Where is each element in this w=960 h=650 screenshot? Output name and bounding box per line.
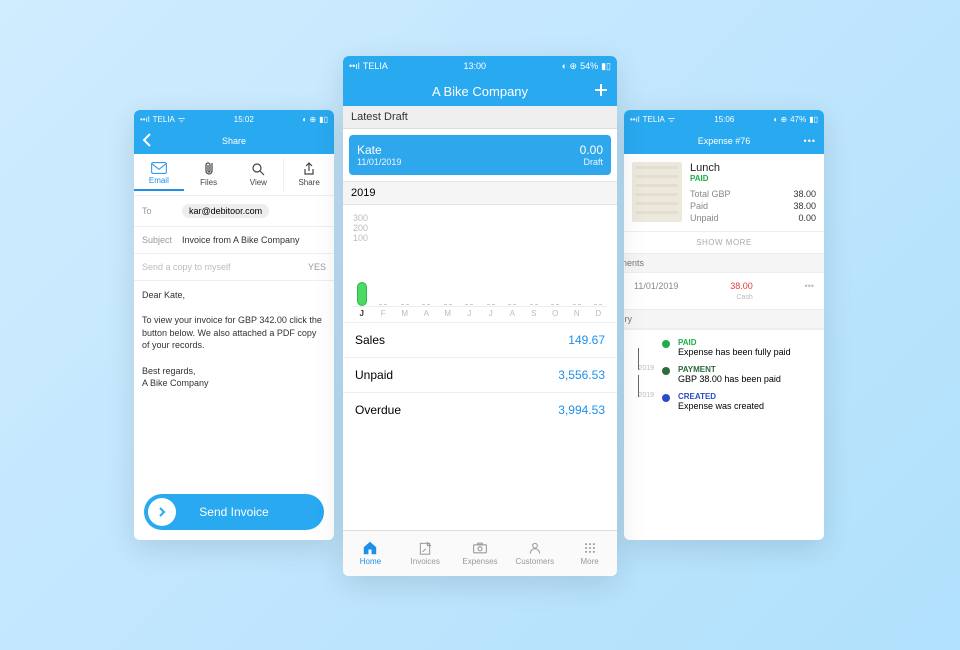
chart-bar — [375, 246, 393, 306]
tab-share[interactable]: Share — [283, 158, 334, 191]
expense-screen: ••ılTELIAᯤ 15:06 ◐ ⊕47%▮▯ Expense #76 ••… — [624, 110, 824, 540]
navbar: Share — [134, 128, 334, 154]
subject-field[interactable]: Subject Invoice from A Bike Company — [134, 227, 334, 254]
send-invoice-button[interactable]: Send Invoice — [144, 494, 324, 530]
chart-bar — [418, 246, 436, 306]
show-more-button[interactable]: SHOW MORE — [624, 231, 824, 254]
payment-row[interactable]: 11/01/2019 38.00 Cash ••• — [624, 273, 824, 310]
tab-bar: Home Invoices Expenses Customers More — [343, 530, 617, 576]
timeline: 2019 PAIDExpense has been fully paid 201… — [624, 329, 824, 427]
navbar: A Bike Company — [343, 76, 617, 106]
tab-view[interactable]: View — [234, 158, 284, 191]
battery-icon: ▮▯ — [601, 61, 611, 72]
clock: 15:06 — [714, 115, 734, 124]
history-header: History — [624, 310, 824, 329]
share-tabs: Email Files View Share — [134, 154, 334, 196]
tab-more[interactable]: More — [562, 531, 617, 576]
status-bar: ••ılTELIA 13:00 ◐ ⊕54%▮▯ — [343, 56, 617, 76]
unpaid-row[interactable]: Unpaid 3,556.53 — [343, 357, 617, 392]
chart-bar — [590, 246, 608, 306]
chevron-right-icon — [148, 498, 176, 526]
add-icon[interactable] — [593, 82, 609, 101]
latest-draft-header: Latest Draft — [343, 106, 617, 129]
year-header: 2019 — [343, 181, 617, 205]
dot-icon — [662, 340, 670, 348]
wifi-icon: ᯤ — [178, 114, 185, 125]
home-screen: ••ılTELIA 13:00 ◐ ⊕54%▮▯ A Bike Company … — [343, 56, 617, 576]
tab-email[interactable]: Email — [134, 158, 184, 191]
chart-bar — [482, 246, 500, 306]
email-body[interactable]: Dear Kate, To view your invoice for GBP … — [134, 281, 334, 484]
chart-bar — [353, 246, 371, 306]
status-bar: ••ılTELIAᯤ 15:06 ◐ ⊕47%▮▯ — [624, 110, 824, 128]
tab-files[interactable]: Files — [184, 158, 234, 191]
dot-icon — [662, 394, 670, 402]
chart-bar — [525, 246, 543, 306]
expense-header: Lunch PAID Total GBP38.00 Paid38.00 Unpa… — [624, 154, 824, 231]
send-copy-toggle[interactable]: Send a copy to myself YES — [134, 254, 334, 281]
battery-icon: ▮▯ — [319, 115, 328, 124]
back-icon[interactable] — [142, 133, 152, 149]
navbar: Expense #76 ••• — [624, 128, 824, 154]
to-field[interactable]: To kar@debitoor.com — [134, 196, 334, 227]
tab-home[interactable]: Home — [343, 531, 398, 576]
screen-title: Share — [222, 136, 246, 146]
expense-title: Lunch — [690, 162, 816, 174]
overdue-row[interactable]: Overdue 3,994.53 — [343, 392, 617, 427]
draft-card[interactable]: Kate 11/01/2019 0.00 Draft — [349, 135, 611, 175]
sales-chart: 300 200 100 JFMAMJJASOND — [343, 205, 617, 322]
chart-bar — [568, 246, 586, 306]
dot-icon — [662, 367, 670, 375]
tab-customers[interactable]: Customers — [507, 531, 562, 576]
clock: 13:00 — [463, 61, 486, 71]
timeline-item: 2019 PAYMENTGBP 38.00 has been paid — [634, 365, 814, 384]
timeline-item: 2019 PAIDExpense has been fully paid — [634, 338, 814, 357]
battery-icon: ▮▯ — [809, 115, 818, 124]
timeline-item: 2019 CREATEDExpense was created — [634, 392, 814, 411]
status-badge: PAID — [690, 174, 816, 183]
chart-bar — [461, 246, 479, 306]
chart-bar — [439, 246, 457, 306]
row-more-icon[interactable]: ••• — [805, 281, 814, 301]
sales-row[interactable]: Sales 149.67 — [343, 322, 617, 357]
recipient-chip[interactable]: kar@debitoor.com — [182, 204, 269, 218]
chart-bar — [504, 246, 522, 306]
more-icon[interactable]: ••• — [804, 136, 816, 146]
company-title: A Bike Company — [432, 84, 528, 99]
tab-invoices[interactable]: Invoices — [398, 531, 453, 576]
tab-expenses[interactable]: Expenses — [453, 531, 508, 576]
screen-title: Expense #76 — [698, 136, 751, 146]
receipt-thumbnail[interactable] — [632, 162, 682, 222]
clock: 15:02 — [234, 115, 254, 124]
chart-bar — [547, 246, 565, 306]
chart-bar — [396, 246, 414, 306]
payments-header: Payments — [624, 254, 824, 273]
status-bar: ••ılTELIAᯤ 15:02 ◐ ⊕▮▯ — [134, 110, 334, 128]
share-screen: ••ılTELIAᯤ 15:02 ◐ ⊕▮▯ Share Email Files… — [134, 110, 334, 540]
